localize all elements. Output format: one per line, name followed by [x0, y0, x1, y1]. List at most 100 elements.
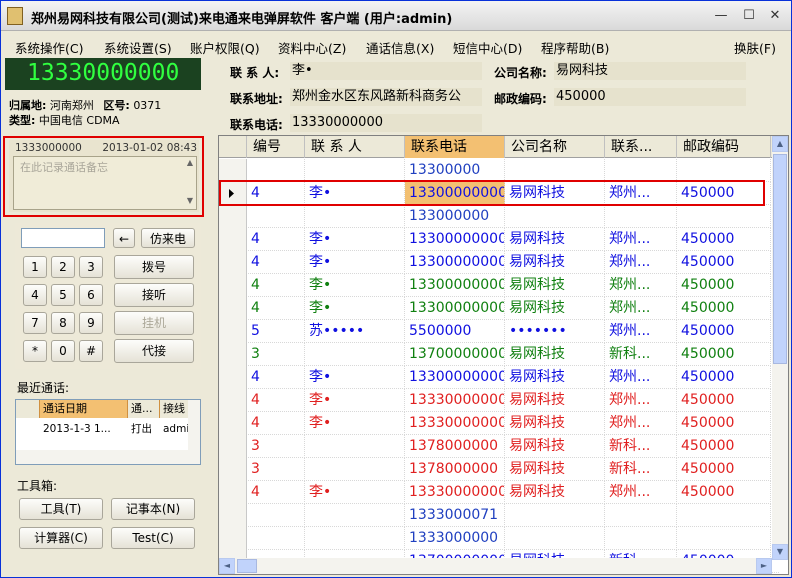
cell-postcode[interactable]: 450000	[677, 366, 771, 389]
cell-contact[interactable]: 李•	[305, 481, 405, 504]
menu-call-info[interactable]: 通话信息(X)	[366, 38, 434, 57]
fake-call-button[interactable]: 仿来电	[141, 228, 195, 248]
cell-postcode[interactable]: 450000	[677, 297, 771, 320]
cell-postcode[interactable]: 450000	[677, 389, 771, 412]
cell-contact[interactable]: 李•	[305, 297, 405, 320]
cell-id[interactable]: 4	[247, 389, 305, 412]
cell-company[interactable]	[505, 205, 605, 228]
cell-id[interactable]	[247, 504, 305, 527]
title-bar[interactable]: 郑州易网科技有限公司(测试)来电通来电弹屏软件 客户端 (用户:admin) —…	[1, 1, 791, 31]
grid-scroll-up-icon[interactable]: ▲	[772, 136, 788, 152]
row-indicator[interactable]	[219, 205, 247, 228]
menu-system-ops[interactable]: 系统操作(C)	[15, 38, 83, 57]
cell-id[interactable]	[247, 159, 305, 182]
cell-address[interactable]	[605, 504, 677, 527]
grid-scroll-down-icon[interactable]: ▼	[772, 544, 788, 560]
cell-phone[interactable]: 13300000000	[405, 251, 505, 274]
cell-postcode[interactable]	[677, 159, 771, 182]
table-row[interactable]: 133000000	[219, 205, 779, 228]
cell-id[interactable]: 4	[247, 297, 305, 320]
cell-address[interactable]	[605, 205, 677, 228]
cell-postcode[interactable]: 450000	[677, 412, 771, 435]
recent-hscroll[interactable]	[16, 450, 200, 464]
table-row[interactable]: 4 李• 13330000000 易网科技 郑州... 450000	[219, 481, 779, 504]
cell-postcode[interactable]: 450000	[677, 435, 771, 458]
cell-id[interactable]: 4	[247, 228, 305, 251]
row-indicator[interactable]	[219, 343, 247, 366]
memo-scroll-down-icon[interactable]: ▼	[184, 196, 196, 208]
cell-company[interactable]: 易网科技	[505, 412, 605, 435]
table-row[interactable]: 4 李• 13300000000 易网科技 郑州... 450000	[219, 228, 779, 251]
cell-phone[interactable]: 5500000	[405, 320, 505, 343]
cell-postcode[interactable]: 450000	[677, 481, 771, 504]
menu-help[interactable]: 程序帮助(B)	[541, 38, 609, 57]
key-6[interactable]: 6	[79, 284, 103, 306]
cell-id[interactable]: 4	[247, 366, 305, 389]
grid-scroll-right-icon[interactable]: ►	[756, 558, 772, 574]
tools-button[interactable]: 工具(T)	[19, 498, 103, 520]
cell-postcode[interactable]: 450000	[677, 251, 771, 274]
cell-phone[interactable]: 13300000000	[405, 297, 505, 320]
table-row[interactable]: 4 李• 13330000000 易网科技 郑州... 450000	[219, 412, 779, 435]
row-indicator[interactable]	[219, 320, 247, 343]
minimize-button[interactable]: —	[713, 9, 729, 23]
cell-postcode[interactable]: 450000	[677, 228, 771, 251]
key-star[interactable]: *	[23, 340, 47, 362]
cell-postcode[interactable]: 450000	[677, 343, 771, 366]
row-indicator[interactable]	[219, 458, 247, 481]
calculator-button[interactable]: 计算器(C)	[19, 527, 103, 549]
dial-input[interactable]	[21, 228, 105, 248]
cell-id[interactable]: 4	[247, 481, 305, 504]
key-9[interactable]: 9	[79, 312, 103, 334]
key-0[interactable]: 0	[51, 340, 75, 362]
answer-button[interactable]: 接听	[114, 283, 194, 307]
cell-phone[interactable]: 13300000	[405, 159, 505, 182]
cell-contact[interactable]	[305, 458, 405, 481]
cell-postcode[interactable]	[677, 205, 771, 228]
recent-cell-operator[interactable]: admi	[160, 420, 190, 438]
grid-hscroll-thumb[interactable]	[237, 559, 257, 573]
close-button[interactable]: ✕	[767, 9, 783, 23]
table-row[interactable]: 4 李• 13300000000 易网科技 郑州... 450000	[219, 297, 779, 320]
col-header-phone[interactable]: 联系电话	[405, 136, 505, 158]
table-row[interactable]: 13300000	[219, 159, 779, 182]
proxy-answer-button[interactable]: 代接	[114, 339, 194, 363]
cell-phone[interactable]: 1333000071	[405, 504, 505, 527]
cell-id[interactable]: 4	[247, 274, 305, 297]
panel-splitter[interactable]	[207, 58, 215, 574]
cell-address[interactable]: 郑州...	[605, 481, 677, 504]
cell-company[interactable]: 易网科技	[505, 366, 605, 389]
cell-company[interactable]	[505, 504, 605, 527]
row-indicator[interactable]	[219, 274, 247, 297]
backspace-button[interactable]: ←	[113, 228, 135, 248]
cell-postcode[interactable]: 450000	[677, 458, 771, 481]
cell-id[interactable]: 4	[247, 412, 305, 435]
menu-data-center[interactable]: 资料中心(Z)	[278, 38, 346, 57]
col-header-address[interactable]: 联系...	[605, 136, 677, 158]
cell-phone[interactable]: 1378000000	[405, 435, 505, 458]
cell-company[interactable]: 易网科技	[505, 343, 605, 366]
table-row[interactable]: 3 13700000000 易网科技 新科... 450000	[219, 343, 779, 366]
row-indicator[interactable]	[219, 159, 247, 182]
cell-contact[interactable]	[305, 527, 405, 550]
dial-button[interactable]: 拨号	[114, 255, 194, 279]
key-5[interactable]: 5	[51, 284, 75, 306]
cell-contact[interactable]	[305, 435, 405, 458]
cell-postcode[interactable]: 450000	[677, 320, 771, 343]
cell-contact[interactable]: 李•	[305, 274, 405, 297]
col-header-postcode[interactable]: 邮政编码	[677, 136, 771, 158]
notepad-button[interactable]: 记事本(N)	[111, 498, 195, 520]
table-row[interactable]: 4 李• 13300000000 易网科技 郑州... 450000	[219, 274, 779, 297]
recent-header-type[interactable]: 通...	[128, 400, 160, 418]
cell-address[interactable]: 郑州...	[605, 274, 677, 297]
maximize-button[interactable]: ☐	[741, 9, 757, 23]
menu-skin[interactable]: 换肤(F)	[734, 38, 776, 57]
table-row[interactable]: 5 苏••••• 5500000 ••••••• 郑州... 450000	[219, 320, 779, 343]
test-button[interactable]: Test(C)	[111, 527, 195, 549]
cell-contact[interactable]	[305, 159, 405, 182]
cell-id[interactable]: 3	[247, 435, 305, 458]
cell-contact[interactable]	[305, 504, 405, 527]
cell-phone[interactable]: 1333000000	[405, 527, 505, 550]
cell-address[interactable]: 郑州...	[605, 228, 677, 251]
cell-id[interactable]: 3	[247, 458, 305, 481]
